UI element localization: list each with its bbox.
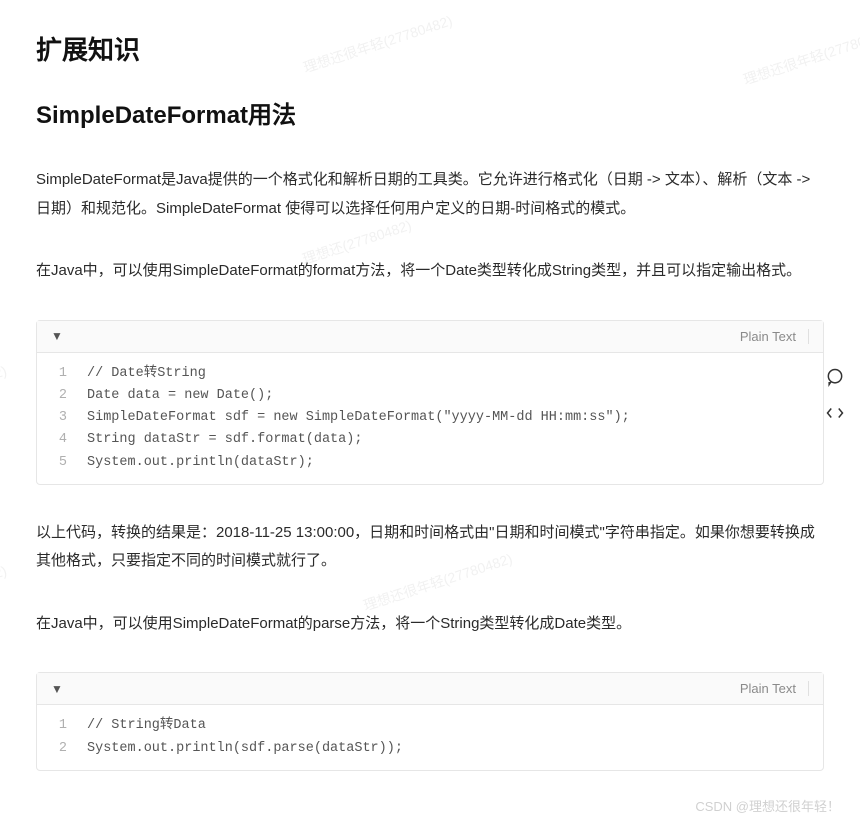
code-line: 4String dataStr = sdf.format(data); xyxy=(37,429,823,451)
code-line: 1// String转Data xyxy=(37,715,823,737)
code-lang-label: Plain Text xyxy=(740,329,809,344)
line-number: 4 xyxy=(37,429,87,451)
code-text: // Date转String xyxy=(87,363,206,385)
code-line: 3SimpleDateFormat sdf = new SimpleDateFo… xyxy=(37,407,823,429)
right-toolbar xyxy=(824,366,846,424)
paragraph: 在Java中，可以使用SimpleDateFormat的format方法，将一个… xyxy=(36,257,824,286)
paragraph: 在Java中，可以使用SimpleDateFormat的parse方法，将一个S… xyxy=(36,610,824,639)
line-number: 5 xyxy=(37,452,87,474)
code-text: String dataStr = sdf.format(data); xyxy=(87,429,362,451)
code-header: ▼ Plain Text xyxy=(37,321,823,353)
code-line: 2System.out.println(sdf.parse(dataStr)); xyxy=(37,738,823,760)
line-number: 1 xyxy=(37,715,87,737)
code-block: ▼ Plain Text 1// Date转String 2Date data … xyxy=(36,320,824,485)
code-block: ▼ Plain Text 1// String转Data 2System.out… xyxy=(36,672,824,771)
expand-icon[interactable] xyxy=(824,402,846,424)
code-line: 1// Date转String xyxy=(37,363,823,385)
code-text: Date data = new Date(); xyxy=(87,385,273,407)
paragraph: 以上代码，转换的结果是：2018-11-25 13:00:00，日期和时间格式由… xyxy=(36,519,824,576)
code-text: SimpleDateFormat sdf = new SimpleDateFor… xyxy=(87,407,630,429)
line-number: 3 xyxy=(37,407,87,429)
code-line: 5System.out.println(dataStr); xyxy=(37,452,823,474)
code-body: 1// String转Data 2System.out.println(sdf.… xyxy=(37,705,823,770)
paragraph: SimpleDateFormat是Java提供的一个格式化和解析日期的工具类。它… xyxy=(36,166,824,223)
code-lang-label: Plain Text xyxy=(740,681,809,696)
code-text: System.out.println(sdf.parse(dataStr)); xyxy=(87,738,403,760)
comment-icon[interactable] xyxy=(824,366,846,388)
heading-main: 扩展知识 xyxy=(36,30,824,67)
heading-sub: SimpleDateFormat用法 xyxy=(36,95,824,130)
code-text: // String转Data xyxy=(87,715,206,737)
line-number: 1 xyxy=(37,363,87,385)
collapse-icon[interactable]: ▼ xyxy=(51,682,63,696)
code-body: 1// Date转String 2Date data = new Date();… xyxy=(37,353,823,484)
line-number: 2 xyxy=(37,385,87,407)
article-content: 扩展知识 SimpleDateFormat用法 SimpleDateFormat… xyxy=(0,0,860,825)
code-line: 2Date data = new Date(); xyxy=(37,385,823,407)
code-text: System.out.println(dataStr); xyxy=(87,452,314,474)
code-header: ▼ Plain Text xyxy=(37,673,823,705)
line-number: 2 xyxy=(37,738,87,760)
footer-watermark: CSDN @理想还很年轻！ xyxy=(695,796,840,815)
collapse-icon[interactable]: ▼ xyxy=(51,329,63,343)
